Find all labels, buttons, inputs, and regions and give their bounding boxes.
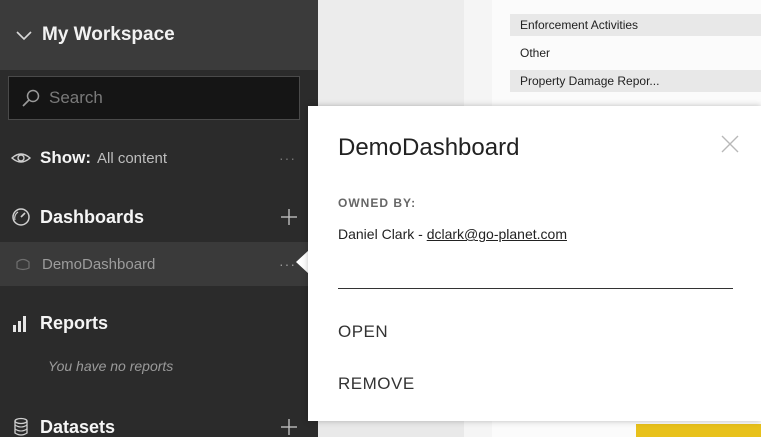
- search-box[interactable]: [8, 76, 300, 120]
- divider: [338, 288, 733, 289]
- dashboards-section[interactable]: Dashboards: [0, 200, 318, 234]
- canvas-background: [318, 0, 464, 105]
- chart-bar-strip: [636, 424, 761, 437]
- owner-info: Daniel Clark - dclark@go-planet.com: [338, 226, 567, 242]
- owned-by-label: OWNED BY:: [338, 196, 417, 210]
- search-icon: [22, 89, 40, 107]
- show-value[interactable]: All content: [97, 150, 167, 167]
- plus-icon[interactable]: [280, 418, 298, 436]
- dashboards-label[interactable]: Dashboards: [40, 207, 144, 228]
- close-icon[interactable]: [720, 134, 740, 154]
- owner-name: Daniel Clark -: [338, 226, 427, 242]
- bar-chart-icon: [13, 316, 26, 332]
- table-row: Property Damage Repor...: [510, 70, 761, 92]
- dashboard-item-label[interactable]: DemoDashboard: [42, 256, 155, 273]
- workspace-title[interactable]: My Workspace: [42, 24, 175, 46]
- search-input[interactable]: [49, 88, 289, 108]
- popover-title: DemoDashboard: [338, 134, 520, 161]
- datasets-label[interactable]: Datasets: [40, 417, 115, 437]
- show-filter[interactable]: Show: All content ···: [0, 142, 318, 174]
- eye-icon: [10, 153, 32, 163]
- sidebar-item-demodashboard[interactable]: DemoDashboard ···: [0, 242, 318, 286]
- chevron-down-icon[interactable]: [14, 25, 34, 45]
- workspace-header[interactable]: My Workspace: [0, 0, 318, 70]
- table-row: Enforcement Activities: [510, 14, 761, 36]
- reports-label[interactable]: Reports: [40, 313, 108, 334]
- open-button[interactable]: OPEN: [338, 322, 388, 342]
- database-icon: [14, 417, 28, 436]
- reports-empty-message: You have no reports: [48, 358, 174, 374]
- show-more-button[interactable]: ···: [279, 150, 296, 166]
- datasets-section[interactable]: Datasets: [0, 410, 318, 437]
- dashboard-info-popover: DemoDashboard OWNED BY: Daniel Clark - d…: [308, 106, 761, 421]
- table-row: Other: [520, 46, 551, 60]
- reports-section[interactable]: Reports: [0, 306, 318, 340]
- dashboard-gauge-icon: [12, 208, 30, 226]
- plus-icon[interactable]: [280, 208, 298, 226]
- show-label: Show:: [40, 148, 91, 167]
- remove-button[interactable]: REMOVE: [338, 374, 415, 394]
- dashboard-more-button[interactable]: ···: [279, 256, 296, 272]
- navigation-pane: My Workspace Show: All content ··· Dashb…: [0, 0, 318, 437]
- owner-email-link[interactable]: dclark@go-planet.com: [427, 226, 567, 242]
- dashboard-item-icon: [16, 258, 30, 271]
